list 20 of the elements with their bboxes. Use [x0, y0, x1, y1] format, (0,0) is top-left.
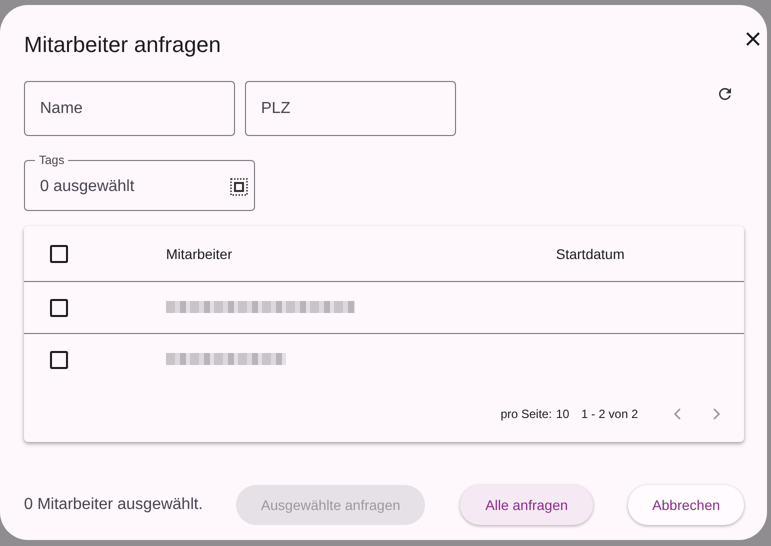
page-range: 1 - 2 von 2 [581, 406, 638, 420]
field-value: 0 ausgewählt [40, 178, 134, 196]
dialog-title: Mitarbeiter anfragen [24, 32, 221, 58]
checkbox[interactable] [50, 350, 68, 368]
input-field[interactable]: PLZ [245, 81, 456, 136]
page-size-select[interactable]: 10 [556, 406, 570, 420]
select-all-icon [230, 178, 248, 196]
action-button[interactable]: Abbrechen [628, 485, 744, 525]
tags-select-field[interactable]: Tags 0 ausgewählt [24, 153, 255, 211]
input-field[interactable]: Name [24, 81, 235, 136]
checkbox[interactable] [50, 298, 68, 316]
refresh-icon [716, 85, 734, 103]
column-header: Startdatum [556, 246, 626, 262]
close-icon [746, 32, 760, 46]
page-size-label: pro Seite: [500, 406, 552, 420]
field-label: Tags [38, 153, 66, 167]
checkbox[interactable] [50, 244, 68, 262]
column-header: Mitarbeiter [166, 246, 234, 262]
action-button[interactable]: Alle anfragen [460, 485, 594, 525]
selection-summary: 0 Mitarbeiter ausgewählt. [24, 496, 204, 514]
